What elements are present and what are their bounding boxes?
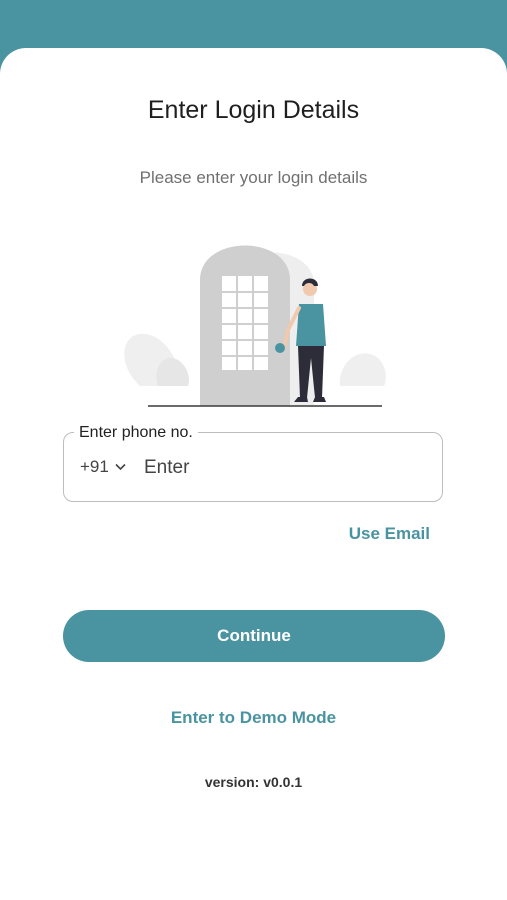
version-text: version: v0.0.1	[204, 774, 303, 790]
demo-mode-link[interactable]: Enter to Demo Mode	[0, 708, 507, 728]
country-code-value: +91	[80, 457, 109, 476]
chevron-down-icon	[115, 463, 126, 471]
phone-input[interactable]	[144, 453, 424, 483]
use-email-link[interactable]: Use Email	[349, 524, 430, 544]
phone-field: Enter phone no. +91	[63, 424, 443, 502]
phone-label: Enter phone no.	[74, 424, 198, 442]
door-illustration	[124, 245, 386, 407]
country-code-select[interactable]: +91	[80, 457, 126, 477]
page-title: Enter Login Details	[147, 96, 360, 124]
page-subtitle: Please enter your login details	[139, 168, 368, 187]
continue-button[interactable]: Continue	[63, 610, 445, 662]
